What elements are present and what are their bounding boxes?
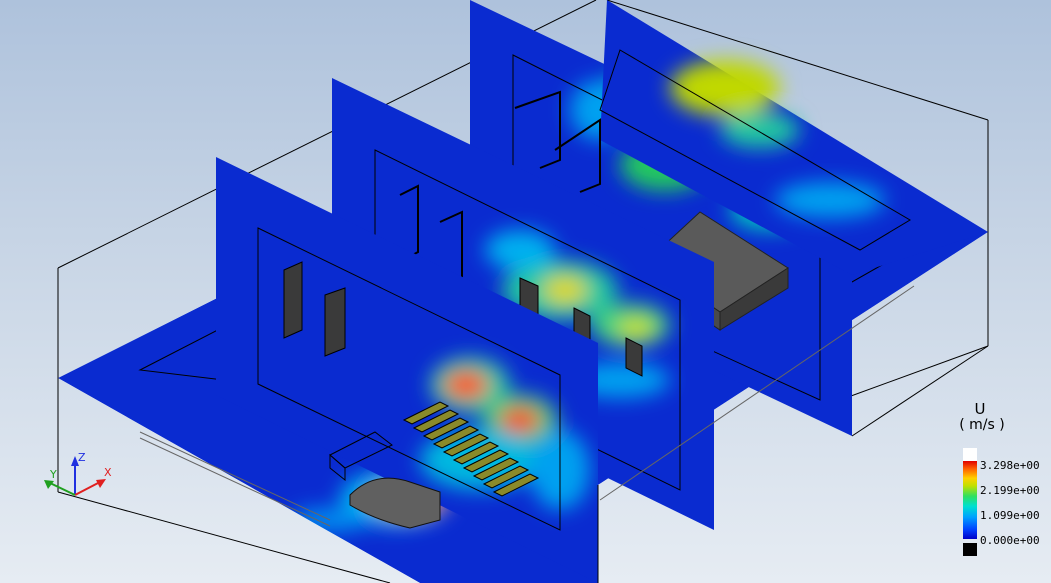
legend-tick-2: 2.199e+00 xyxy=(980,484,1040,497)
legend-color-bar xyxy=(963,461,977,539)
legend-tick-3: 1.099e+00 xyxy=(980,509,1040,522)
velocity-contour-scene[interactable]: Z X Y xyxy=(0,0,1051,583)
legend-variable: U xyxy=(974,400,986,418)
x-axis-label: X xyxy=(104,466,112,479)
legend-tick-min: 0.000e+00 xyxy=(980,534,1040,547)
cfd-viewport[interactable]: Z X Y U ( m/s ) 3.298e+00 2.199e+00 1.09… xyxy=(0,0,1051,583)
z-axis-label: Z xyxy=(78,451,86,464)
color-legend: U ( m/s ) 3.298e+00 2.199e+00 1.099e+00 … xyxy=(952,398,1048,564)
legend-tick-max: 3.298e+00 xyxy=(980,459,1040,472)
legend-under-range-swatch xyxy=(963,543,977,556)
x-axis-line xyxy=(74,481,101,496)
legend-over-range-swatch xyxy=(963,448,977,461)
y-axis-label: Y xyxy=(49,468,57,481)
coordinate-triad: Z X Y xyxy=(44,451,112,496)
legend-unit: ( m/s ) xyxy=(959,417,1005,433)
